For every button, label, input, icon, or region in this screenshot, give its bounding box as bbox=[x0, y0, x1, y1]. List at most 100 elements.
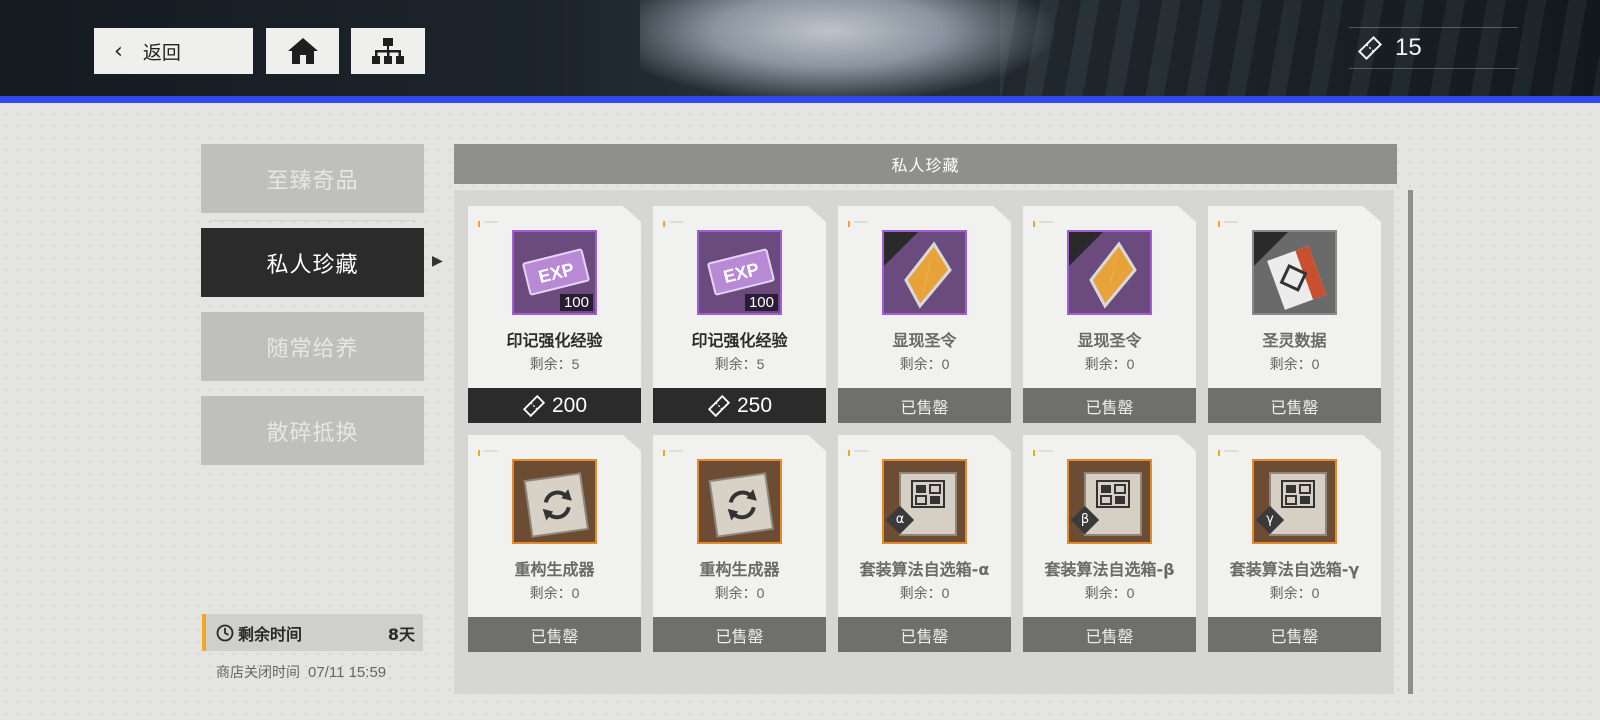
item-remaining: 剩余：0 bbox=[1208, 583, 1381, 603]
remaining-count: 0 bbox=[756, 585, 765, 601]
ticket-icon bbox=[522, 394, 546, 417]
remaining-label: 剩余： bbox=[1269, 357, 1312, 373]
card-corner-marker bbox=[1218, 450, 1242, 456]
item-remaining: 剩余：0 bbox=[1208, 354, 1381, 374]
shop-item-card[interactable]: EXP 100 印记强化经验剩余：5 200 bbox=[468, 206, 641, 423]
greek-letter-badge: β bbox=[1070, 505, 1100, 535]
item-name: 印记强化经验 bbox=[506, 331, 603, 350]
sold-out-label: 已售罄 bbox=[653, 617, 826, 652]
greek-letter: β bbox=[1080, 512, 1090, 527]
ticket-currency-display: 15 bbox=[1349, 27, 1518, 69]
item-remaining: 剩余：0 bbox=[838, 354, 1011, 374]
shop-item-card[interactable]: 显现圣令剩余：0 已售罄 bbox=[1023, 206, 1196, 423]
shop-item-card[interactable]: β 套装算法自选箱-β 剩余：0 已售罄 bbox=[1023, 435, 1196, 652]
greek-letter: γ bbox=[1266, 512, 1274, 527]
crystal-icon bbox=[1067, 230, 1152, 315]
sold-out-label: 已售罄 bbox=[1208, 388, 1381, 423]
regenerate-box-icon bbox=[697, 459, 782, 544]
shop-close-time: 商店关闭时间 07/11 15:59 bbox=[216, 662, 386, 682]
item-name: 印记强化经验 bbox=[691, 331, 788, 350]
tab-private-collection[interactable]: 私人珍藏 bbox=[201, 228, 424, 297]
card-corner-marker bbox=[848, 221, 872, 227]
item-name: 套装算法自选箱-γ bbox=[1229, 560, 1360, 579]
sold-out-label: 已售罄 bbox=[1208, 617, 1381, 652]
exp-ticket-icon: EXP 100 bbox=[697, 230, 782, 315]
sold-out-label: 已售罄 bbox=[838, 388, 1011, 423]
card-corner-marker bbox=[1218, 221, 1242, 227]
shop-item-card[interactable]: 重构生成器 剩余：0 已售罄 bbox=[468, 435, 641, 652]
shop-item-card[interactable]: γ 套装算法自选箱-γ 剩余：0 已售罄 bbox=[1208, 435, 1381, 652]
tab-fragment-exchange[interactable]: 散碎抵换 bbox=[201, 396, 424, 465]
shop-item-card[interactable]: α 套装算法自选箱-α 剩余：0 已售罄 bbox=[838, 435, 1011, 652]
buy-price-button[interactable]: 200 bbox=[468, 388, 641, 423]
remaining-count: 5 bbox=[756, 356, 765, 372]
card-corner-marker bbox=[478, 450, 502, 456]
shop-item-card[interactable]: 圣灵数据剩余：0 已售罄 bbox=[1208, 206, 1381, 423]
remaining-label: 剩余： bbox=[529, 357, 572, 373]
item-name: 显现圣令 bbox=[892, 331, 957, 350]
item-remaining: 剩余：5 bbox=[653, 354, 826, 374]
clock-icon bbox=[216, 624, 234, 641]
panel-title: 私人珍藏 bbox=[454, 144, 1397, 184]
shop-close-label: 商店关闭时间 bbox=[216, 665, 300, 681]
remaining-label: 剩余： bbox=[1084, 586, 1127, 602]
ticket-count: 15 bbox=[1395, 34, 1422, 61]
scrollbar-thumb[interactable] bbox=[1408, 190, 1413, 694]
remaining-time-label: 剩余时间 bbox=[238, 624, 303, 644]
remaining-count: 0 bbox=[1126, 356, 1135, 372]
item-remaining: 剩余：0 bbox=[838, 583, 1011, 603]
item-price: 200 bbox=[551, 393, 588, 417]
item-quantity: 100 bbox=[559, 294, 593, 311]
home-button[interactable] bbox=[266, 28, 339, 74]
crystal-icon bbox=[882, 230, 967, 315]
tab-daily-supplies[interactable]: 随常给养 bbox=[201, 312, 424, 381]
item-price: 250 bbox=[736, 393, 773, 417]
shop-item-card[interactable]: 重构生成器 剩余：0 已售罄 bbox=[653, 435, 826, 652]
item-remaining: 剩余：0 bbox=[1023, 354, 1196, 374]
item-scrollbar[interactable] bbox=[1408, 190, 1413, 694]
card-corner-marker bbox=[663, 450, 687, 456]
remaining-count: 0 bbox=[1311, 356, 1320, 372]
item-name: 显现圣令 bbox=[1077, 331, 1142, 350]
remaining-label: 剩余： bbox=[529, 586, 572, 602]
sold-out-label: 已售罄 bbox=[838, 617, 1011, 652]
item-name: 套装算法自选箱-β bbox=[1044, 560, 1175, 579]
tab-premium-goods[interactable]: 至臻奇品 bbox=[201, 144, 424, 213]
hierarchy-button[interactable] bbox=[351, 28, 425, 74]
hierarchy-icon bbox=[372, 38, 404, 64]
item-remaining: 剩余：5 bbox=[468, 354, 641, 374]
remaining-count: 5 bbox=[571, 356, 580, 372]
remaining-count: 0 bbox=[1126, 585, 1135, 601]
greek-letter-badge: γ bbox=[1255, 505, 1285, 535]
algorithm-box-icon: α bbox=[882, 459, 967, 544]
buy-price-button[interactable]: 250 bbox=[653, 388, 826, 423]
card-corner-marker bbox=[478, 221, 502, 227]
card-corner-marker bbox=[1033, 450, 1057, 456]
item-name: 套装算法自选箱-α bbox=[859, 560, 990, 579]
shop-close-value: 07/11 15:59 bbox=[308, 664, 387, 681]
shop-item-card[interactable]: 显现圣令剩余：0 已售罄 bbox=[838, 206, 1011, 423]
card-corner-marker bbox=[1033, 221, 1057, 227]
ticket-icon bbox=[707, 394, 731, 417]
remaining-label: 剩余： bbox=[714, 586, 757, 602]
item-quantity: 100 bbox=[744, 294, 778, 311]
remaining-label: 剩余： bbox=[1084, 357, 1127, 373]
sold-out-label: 已售罄 bbox=[1023, 388, 1196, 423]
item-remaining: 剩余：0 bbox=[468, 583, 641, 603]
tab-divider bbox=[210, 220, 415, 221]
item-name: 重构生成器 bbox=[514, 560, 595, 579]
remaining-count: 0 bbox=[571, 585, 580, 601]
data-card-icon bbox=[1252, 230, 1337, 315]
algorithm-box-icon: γ bbox=[1252, 459, 1337, 544]
remaining-count: 0 bbox=[941, 356, 950, 372]
card-corner-marker bbox=[848, 450, 872, 456]
remaining-label: 剩余： bbox=[714, 357, 757, 373]
algorithm-box-icon: β bbox=[1067, 459, 1152, 544]
active-tab-arrow-icon: ▶ bbox=[432, 253, 443, 269]
exp-ticket-icon: EXP 100 bbox=[512, 230, 597, 315]
greek-letter-badge: α bbox=[885, 505, 915, 535]
back-button[interactable]: ‹ 返回 bbox=[94, 28, 253, 74]
item-name: 圣灵数据 bbox=[1262, 331, 1327, 350]
remaining-count: 0 bbox=[941, 585, 950, 601]
shop-item-card[interactable]: EXP 100 印记强化经验剩余：5 250 bbox=[653, 206, 826, 423]
